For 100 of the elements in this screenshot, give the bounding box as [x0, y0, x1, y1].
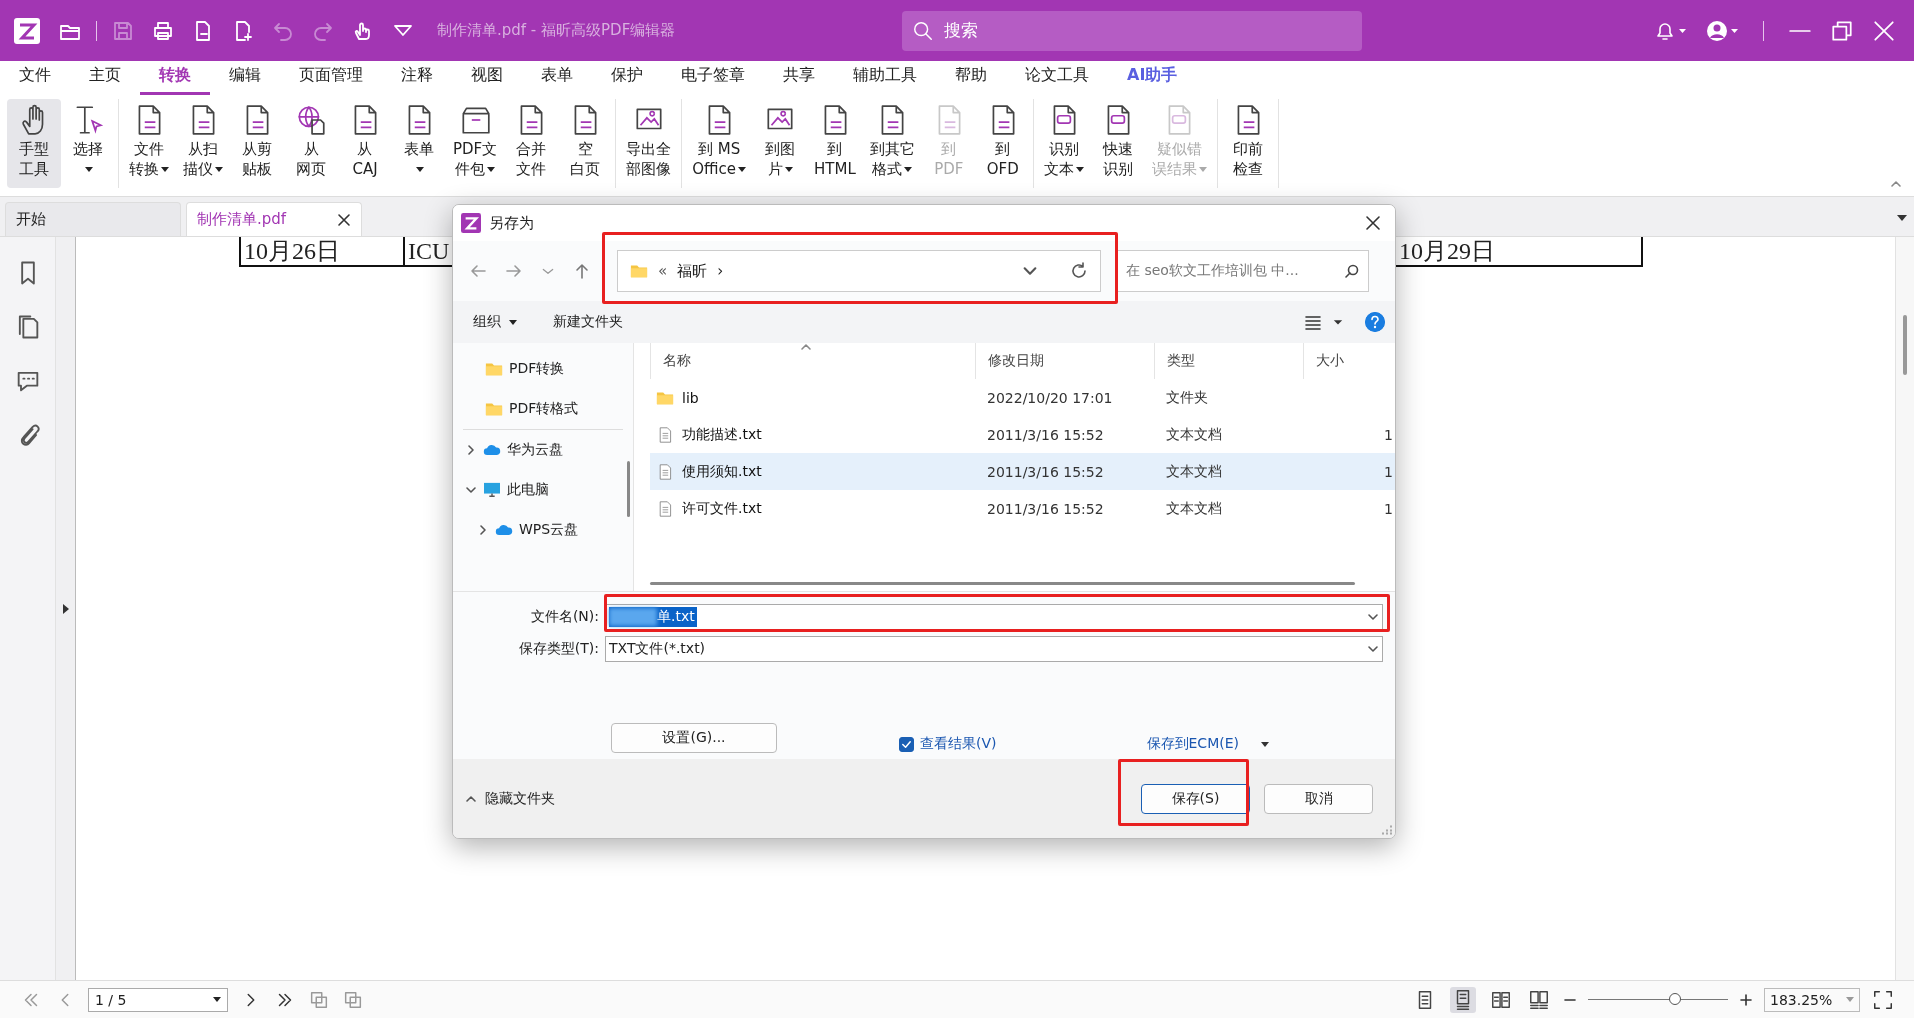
zoom-field[interactable]: 183.25% — [1764, 987, 1860, 1012]
file-row[interactable]: 许可文件.txt 2011/3/16 15:52 文本文档 1 — [650, 490, 1395, 527]
zoom-slider[interactable] — [1588, 992, 1728, 1007]
type-text: 文本文档 — [1166, 462, 1222, 481]
size-text: 1 — [1384, 463, 1393, 480]
up-arrow-icon[interactable] — [573, 262, 591, 280]
type-text: 文本文档 — [1166, 425, 1222, 444]
date-text: 2011/3/16 15:52 — [987, 426, 1104, 443]
scrollbar-thumb[interactable] — [650, 582, 1355, 585]
ribbon-button[interactable]: 从 CAJ — [338, 99, 392, 188]
ribbon-button[interactable]: 表单 — [392, 99, 446, 188]
menu-tab[interactable]: 文件 — [0, 65, 70, 95]
tree-item[interactable]: 此电脑 — [453, 470, 633, 510]
menu-tab[interactable]: 页面管理 — [280, 65, 382, 95]
search-field[interactable]: 搜索 — [902, 10, 1362, 51]
tree-item[interactable]: 华为云盘 — [453, 430, 633, 470]
ribbon-button[interactable]: 到 OFD — [975, 99, 1030, 188]
menu-tab[interactable]: 电子签章 — [662, 65, 764, 95]
column-header[interactable]: 修改日期 — [975, 343, 1154, 379]
size-text: 1 — [1384, 500, 1393, 517]
ribbon-button[interactable]: 空 白页 — [558, 99, 613, 188]
ribbon-button[interactable]: 到图 片 — [753, 99, 808, 188]
ribbon-button[interactable]: 到其它 格式 — [862, 99, 922, 188]
menu-tab[interactable]: 表单 — [522, 65, 592, 95]
ribbon-button[interactable]: 文件 转换 — [122, 99, 176, 188]
ribbon-button[interactable]: PDF文 件包 — [446, 99, 505, 188]
restore-icon[interactable] — [1830, 18, 1854, 43]
ribbon-button[interactable]: 从 网页 — [284, 99, 338, 188]
menu-tab[interactable]: 辅助工具 — [834, 65, 936, 95]
fullscreen-icon[interactable] — [1872, 988, 1894, 1011]
collapse-ribbon-icon[interactable] — [1890, 178, 1902, 190]
file-row[interactable]: lib 2022/10/20 17:01 文件夹 — [650, 379, 1395, 416]
file-name-field[interactable]: 单.txt — [605, 604, 1383, 630]
caret-icon — [509, 319, 517, 325]
menu-tab[interactable]: 视图 — [452, 65, 522, 95]
expand-icon[interactable] — [60, 601, 71, 616]
ribbon-button[interactable]: 快速 识别 — [1090, 99, 1145, 188]
ribbon-button[interactable]: 导出全 部图像 — [619, 99, 679, 188]
user-icon[interactable] — [1705, 18, 1739, 43]
close-icon[interactable] — [1872, 18, 1896, 43]
forward-arrow-icon[interactable] — [505, 262, 523, 280]
refresh-icon[interactable] — [1070, 262, 1088, 280]
tree-item[interactable]: WPS云盘 — [453, 510, 633, 550]
file-type-dropdown[interactable]: TXT文件(*.txt) — [605, 636, 1383, 662]
menu-tab[interactable]: 帮助 — [936, 65, 1006, 95]
app-logo — [461, 213, 481, 233]
ribbon-button[interactable]: 合并 文件 — [504, 99, 559, 188]
view-mode-button[interactable] — [1450, 986, 1476, 1013]
ribbon-button[interactable]: 到 MS Office — [685, 99, 754, 188]
menu-tab[interactable]: 转换 — [140, 65, 210, 95]
help-icon[interactable] — [1365, 312, 1385, 332]
file-row[interactable]: 使用须知.txt 2011/3/16 15:52 文本文档 1 — [650, 453, 1395, 490]
menu-tab[interactable]: 保护 — [592, 65, 662, 95]
size-text: 1 — [1384, 426, 1393, 443]
cancel-button[interactable]: 取消 — [1264, 783, 1373, 814]
file-row[interactable]: 功能描述.txt 2011/3/16 15:52 文本文档 1 — [650, 416, 1395, 453]
menu-tab[interactable]: 主页 — [70, 65, 140, 95]
column-header[interactable]: 名称 — [650, 343, 975, 379]
column-header[interactable]: 类型 — [1154, 343, 1303, 379]
ribbon-button[interactable]: 识别 文本 — [1036, 99, 1091, 188]
save-button[interactable]: 保存(S) — [1141, 783, 1250, 814]
save-to-ecm-link[interactable]: 保存到ECM(E) — [1146, 735, 1239, 753]
new-folder-button[interactable]: 新建文件夹 — [553, 313, 623, 331]
search-field[interactable]: 在 seo软文工作培训包 中... — [1117, 250, 1369, 292]
close-icon[interactable] — [1365, 215, 1381, 231]
menu-tab[interactable]: 编辑 — [210, 65, 280, 95]
ribbon-button[interactable]: 印前 检查 — [1220, 99, 1275, 188]
ribbon-button[interactable]: 从扫 描仪 — [176, 99, 230, 188]
folder-item[interactable]: PDF转格式 — [453, 389, 633, 429]
back-arrow-icon[interactable] — [469, 262, 487, 280]
hide-folders-toggle[interactable]: 隐藏文件夹 — [465, 789, 555, 808]
organize-menu[interactable]: 组织 — [473, 313, 517, 331]
chevron-icon — [465, 444, 477, 456]
document-tab[interactable]: 开始 — [5, 202, 181, 236]
chevron-icon — [477, 524, 489, 536]
scrollbar-thumb[interactable] — [627, 461, 630, 517]
checkbox-label[interactable]: 查看结果(V) — [920, 735, 997, 753]
folder-item[interactable]: PDF转换 — [453, 349, 633, 389]
menu-tab[interactable]: 注释 — [382, 65, 452, 95]
search-icon — [912, 19, 934, 42]
zoom-in-icon[interactable] — [1740, 993, 1752, 1006]
settings-button[interactable]: 设置(G)... — [611, 723, 777, 753]
close-icon[interactable] — [337, 212, 351, 227]
ribbon-button[interactable]: 从剪 贴板 — [230, 99, 284, 188]
document-tab[interactable]: 制作清单.pdf — [186, 202, 362, 236]
column-header[interactable]: 大小 — [1303, 343, 1395, 379]
menu-tab[interactable]: 论文工具 — [1006, 65, 1108, 95]
resize-grip-icon[interactable] — [1382, 825, 1392, 835]
ribbon-button[interactable]: 到 HTML — [807, 99, 863, 188]
page-number-field[interactable]: 1 / 5 — [88, 987, 228, 1012]
menu-tab[interactable]: AI助手 — [1108, 65, 1197, 95]
ribbon-button[interactable]: 选择 — [61, 99, 115, 188]
menu-tab[interactable]: 共享 — [764, 65, 834, 95]
ribbon-button[interactable]: 手型 工具 — [7, 99, 61, 188]
scrollbar-thumb[interactable] — [1903, 315, 1907, 375]
file-name: 功能描述.txt — [682, 425, 762, 444]
date-text: 2011/3/16 15:52 — [987, 463, 1104, 480]
address-bar[interactable]: « 福昕 › — [617, 250, 1101, 292]
folder-icon — [485, 401, 503, 417]
checkbox[interactable] — [899, 736, 914, 752]
